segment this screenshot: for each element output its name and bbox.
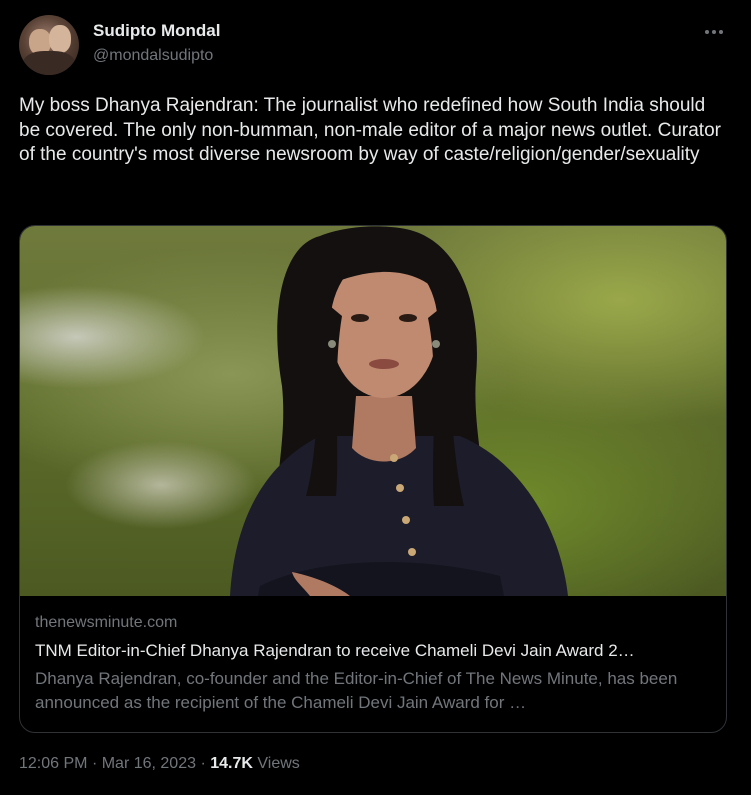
tweet-text: My boss Dhanya Rajendran: The journalist… xyxy=(19,95,721,165)
meta-separator: · xyxy=(91,755,98,772)
tweet: Sudipto Mondal @mondalsudipto My boss Dh… xyxy=(0,0,751,795)
tweet-time[interactable]: 12:06 PM xyxy=(19,755,87,772)
link-card-domain: thenewsminute.com xyxy=(35,614,178,631)
author-display-name[interactable]: Sudipto Mondal xyxy=(93,21,220,41)
meta-separator: · xyxy=(200,755,206,772)
more-horizontal-icon[interactable] xyxy=(700,22,728,42)
link-card-description: Dhanya Rajendran, co-founder and the Edi… xyxy=(35,669,678,712)
portrait-photo xyxy=(230,226,568,596)
views-label[interactable]: Views xyxy=(257,755,299,772)
link-card-title[interactable]: TNM Editor-in-Chief Dhanya Rajendran to … xyxy=(35,641,715,661)
tweet-date[interactable]: Mar 16, 2023 xyxy=(102,755,196,772)
author-handle[interactable]: @mondalsudipto xyxy=(93,47,213,65)
link-card[interactable]: thenewsminute.com TNM Editor-in-Chief Dh… xyxy=(19,225,727,733)
tweet-meta: 12:06 PM · Mar 16, 2023 · 14.7K Views xyxy=(19,755,300,773)
views-count[interactable]: 14.7K xyxy=(210,755,253,772)
link-card-image[interactable] xyxy=(20,226,726,596)
avatar[interactable] xyxy=(19,15,79,75)
